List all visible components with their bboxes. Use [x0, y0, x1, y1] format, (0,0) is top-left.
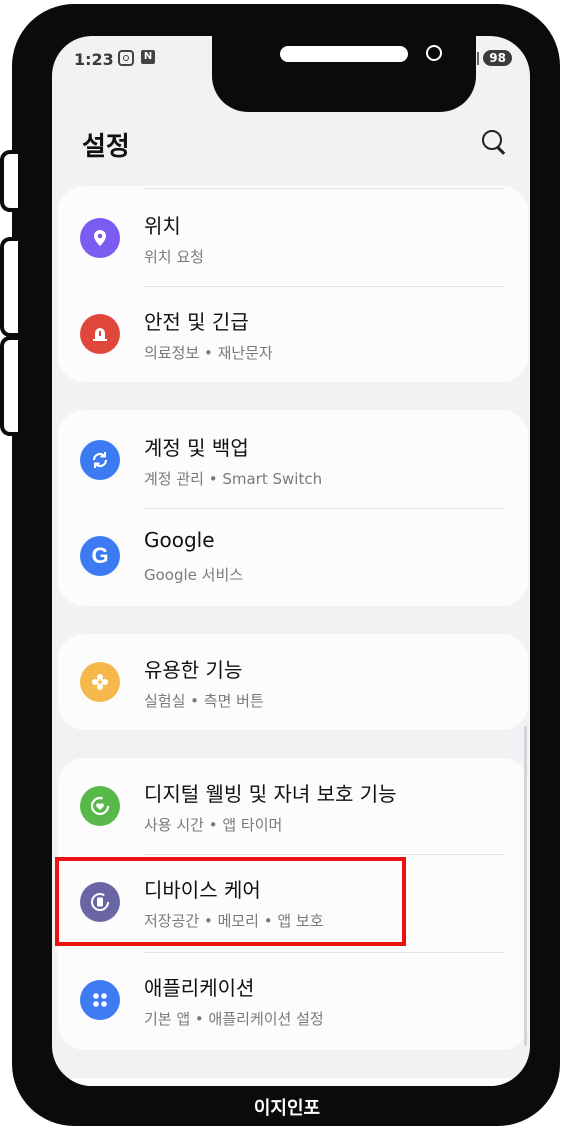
settings-item-apps[interactable]: 애플리케이션 기본 앱 • 애플리케이션 설정	[58, 952, 528, 1048]
settings-item-label: 안전 및 긴급	[144, 310, 249, 334]
camera-icon	[426, 45, 442, 61]
settings-item-subtitle: 의료정보 • 재난문자	[144, 344, 273, 362]
page-title: 설정	[82, 132, 130, 162]
settings-item-label: 유용한 기능	[144, 658, 243, 682]
settings-item-location[interactable]: 위치 위치 요청	[58, 190, 528, 286]
divider	[144, 188, 504, 189]
camera-notch	[212, 36, 476, 112]
highlight-box	[55, 857, 406, 946]
puzzle-plus-icon	[80, 662, 120, 702]
wellbeing-heart-icon	[80, 786, 120, 826]
speaker-grille	[280, 46, 408, 62]
watermark-brand: 이지인포	[253, 1098, 321, 1119]
status-time: 1:23	[74, 50, 114, 69]
scrollbar[interactable]	[524, 726, 527, 1046]
emergency-siren-icon	[80, 314, 120, 354]
settings-item-label: 디지털 웰빙 및 자녀 보호 기능	[144, 782, 397, 806]
side-button	[0, 237, 18, 337]
location-pin-icon	[80, 218, 120, 258]
settings-item-digital-wellbeing[interactable]: 디지털 웰빙 및 자녀 보호 기능 사용 시간 • 앱 타이머	[58, 758, 528, 854]
settings-item-subtitle: 위치 요청	[144, 248, 204, 266]
settings-group: 계정 및 백업 계정 관리 • Smart Switch G Google Go…	[58, 410, 528, 606]
settings-item-accounts-backup[interactable]: 계정 및 백업 계정 관리 • Smart Switch	[58, 412, 528, 508]
settings-item-google[interactable]: G Google Google 서비스	[58, 508, 528, 604]
settings-item-subtitle: 기본 앱 • 애플리케이션 설정	[144, 1010, 324, 1028]
instagram-notification-icon	[118, 50, 134, 66]
settings-item-label: Google	[144, 528, 215, 552]
settings-group: 위치 위치 요청 안전 및 긴급 의료정보 • 재난문자	[58, 186, 528, 382]
settings-item-subtitle: Google 서비스	[144, 566, 244, 584]
sync-icon	[80, 440, 120, 480]
search-button[interactable]	[480, 128, 510, 158]
settings-group-next	[58, 1078, 528, 1086]
settings-item-label: 애플리케이션	[144, 976, 255, 1000]
settings-group: 유용한 기능 실험실 • 측면 버튼	[58, 634, 528, 730]
settings-item-subtitle: 사용 시간 • 앱 타이머	[144, 816, 283, 834]
apps-grid-icon	[80, 980, 120, 1020]
settings-item-label: 위치	[144, 214, 181, 238]
google-g-icon: G	[80, 536, 120, 576]
naver-notification-icon: N	[141, 50, 155, 64]
battery-indicator: 98	[483, 50, 512, 66]
settings-item-subtitle: 실험실 • 측면 버튼	[144, 692, 264, 710]
watermark-url: ei.reidays.com	[563, 115, 574, 278]
side-button	[0, 336, 18, 436]
settings-item-label: 계정 및 백업	[144, 436, 249, 460]
settings-item-safety-emergency[interactable]: 안전 및 긴급 의료정보 • 재난문자	[58, 286, 528, 382]
settings-item-advanced-features[interactable]: 유용한 기능 실험실 • 측면 버튼	[58, 634, 528, 730]
settings-item-subtitle: 계정 관리 • Smart Switch	[144, 470, 323, 488]
side-button	[0, 150, 18, 212]
